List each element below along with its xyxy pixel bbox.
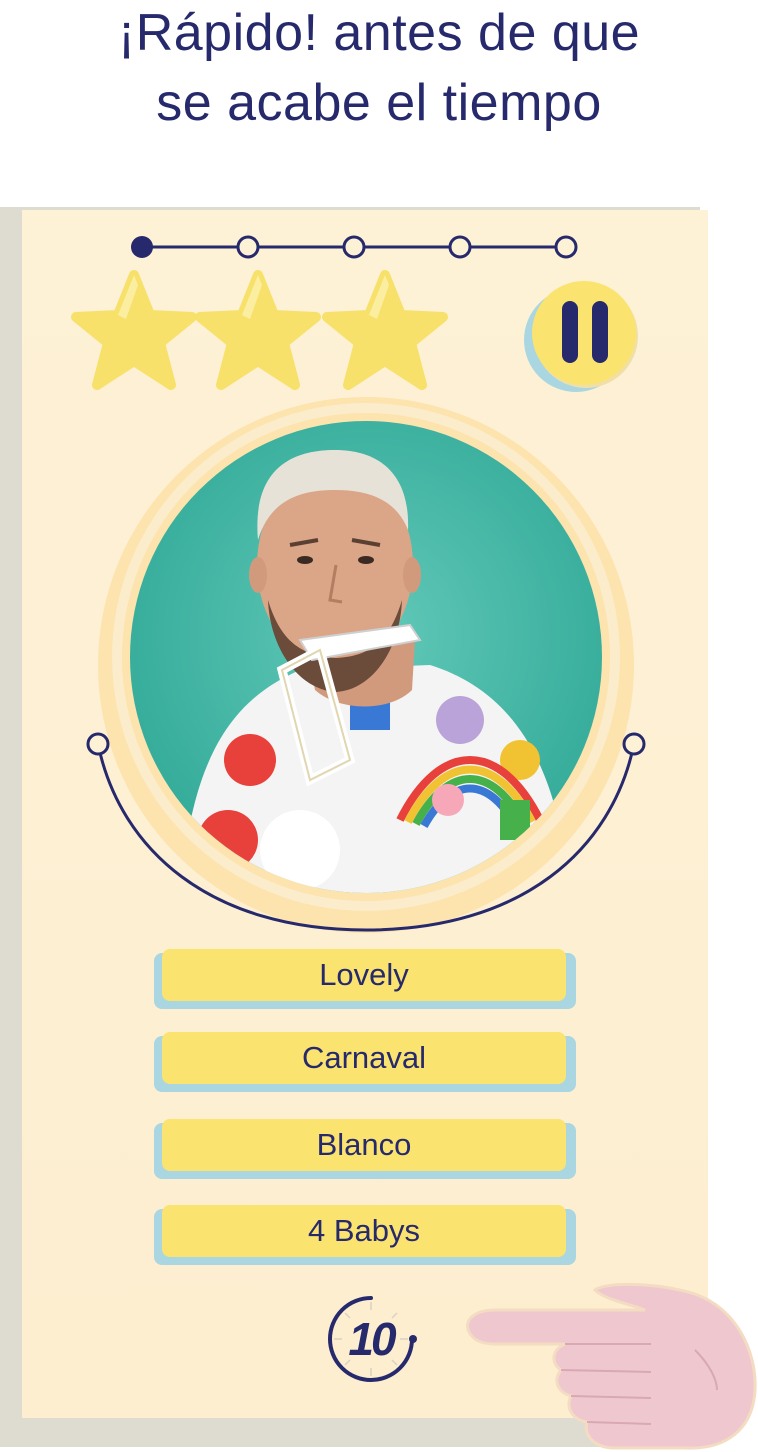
answer-label: 4 Babys — [162, 1205, 566, 1257]
timer-seconds: 10 — [348, 1313, 396, 1365]
pointing-hand-icon — [466, 1282, 757, 1450]
answer-label: Lovely — [162, 949, 566, 1001]
answer-label: Carnaval — [162, 1032, 566, 1084]
answer-button-2[interactable]: Carnaval — [154, 1032, 576, 1092]
answer-button-4[interactable]: 4 Babys — [154, 1205, 576, 1265]
answer-button-1[interactable]: Lovely — [154, 949, 576, 1009]
answer-button-3[interactable]: Blanco — [154, 1119, 576, 1179]
countdown-timer: 10 — [316, 1284, 426, 1394]
portrait-frame — [86, 397, 646, 933]
answer-label: Blanco — [162, 1119, 566, 1171]
